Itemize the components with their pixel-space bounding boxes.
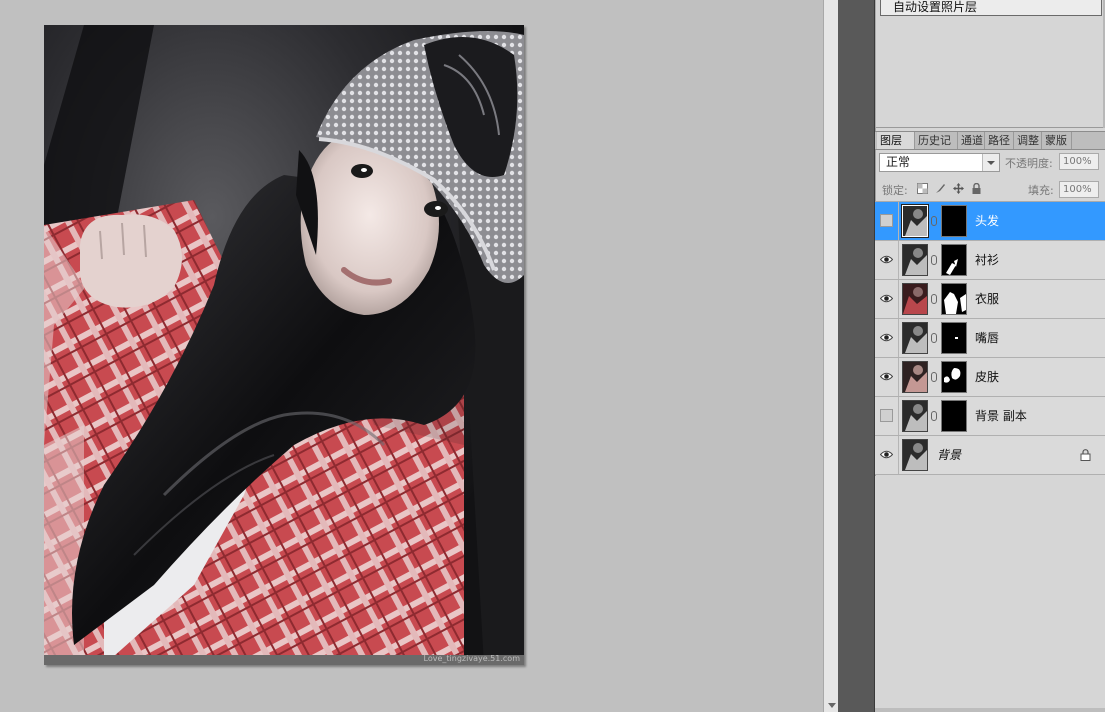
layer-mask-link-icon[interactable] xyxy=(931,255,937,265)
layer-row-lips[interactable]: 嘴唇 xyxy=(875,319,1105,358)
layer-thumbnail[interactable] xyxy=(902,244,928,276)
right-panel: 自动设置照片层 图层 历史记 通道 路径 调整 蒙版 正常 不透明度: 100%… xyxy=(875,0,1105,712)
layer-mask-link-icon[interactable] xyxy=(931,333,937,343)
tab-adjustments[interactable]: 调整 xyxy=(1014,132,1042,149)
tab-paths[interactable]: 路径 xyxy=(985,132,1014,149)
visibility-toggle[interactable] xyxy=(875,358,899,396)
opacity-field[interactable]: 100% xyxy=(1059,153,1099,170)
eye-icon[interactable] xyxy=(880,332,893,343)
opacity-label: 不透明度: xyxy=(1005,157,1053,170)
layer-name[interactable]: 皮肤 xyxy=(975,358,999,396)
blend-mode-select[interactable]: 正常 xyxy=(879,153,1000,172)
layer-row-background-copy[interactable]: 背景 副本 xyxy=(875,397,1105,436)
visibility-box-icon[interactable] xyxy=(880,409,893,422)
layer-name[interactable]: 嘴唇 xyxy=(975,319,999,357)
layer-thumbnail[interactable] xyxy=(902,322,928,354)
photo-artwork xyxy=(44,25,524,665)
layer-thumbnail[interactable] xyxy=(902,439,928,471)
layer-mask-thumbnail[interactable] xyxy=(941,283,967,315)
lock-icon xyxy=(1080,449,1091,461)
layer-mask-thumbnail[interactable] xyxy=(941,400,967,432)
layer-mask-link-icon[interactable] xyxy=(931,216,937,226)
eye-icon[interactable] xyxy=(880,371,893,382)
lock-label: 锁定: xyxy=(882,184,908,197)
layer-name[interactable]: 背景 副本 xyxy=(975,397,1027,435)
visibility-toggle[interactable] xyxy=(875,241,899,279)
layer-row-background[interactable]: 背景 xyxy=(875,436,1105,475)
panel-dock-gutter xyxy=(838,0,875,712)
tab-layers[interactable]: 图层 xyxy=(877,132,915,149)
layers-panel-empty-area[interactable] xyxy=(875,476,1105,712)
lock-image-brush-icon[interactable] xyxy=(935,183,946,194)
visibility-toggle[interactable] xyxy=(875,280,899,318)
scroll-down-arrow-icon[interactable] xyxy=(828,703,836,708)
layer-row-hair[interactable]: 头发 xyxy=(875,202,1105,241)
layer-name[interactable]: 头发 xyxy=(975,202,999,240)
visibility-toggle[interactable] xyxy=(875,436,899,474)
layer-mask-thumbnail[interactable] xyxy=(941,322,967,354)
actions-panel: 自动设置照片层 xyxy=(875,0,1105,128)
layer-thumbnail[interactable] xyxy=(902,400,928,432)
blend-options-row: 正常 不透明度: 100% xyxy=(875,150,1105,176)
photo-watermark: Love_tingzivaye.51.com xyxy=(423,654,520,663)
tab-history[interactable]: 历史记 xyxy=(915,132,958,149)
visibility-box-icon[interactable] xyxy=(880,214,893,227)
lock-transparency-icon[interactable] xyxy=(917,183,928,194)
canvas-vertical-scrollbar[interactable] xyxy=(823,0,838,712)
lock-options-row: 锁定: 填充: 100% xyxy=(875,176,1105,202)
tab-masks[interactable]: 蒙版 xyxy=(1042,132,1072,149)
layer-mask-link-icon[interactable] xyxy=(931,411,937,421)
layer-thumbnail[interactable] xyxy=(902,361,928,393)
eye-icon[interactable] xyxy=(880,449,893,460)
visibility-toggle[interactable] xyxy=(875,397,899,435)
document-photo[interactable]: Love_tingzivaye.51.com xyxy=(44,25,524,665)
tab-channels[interactable]: 通道 xyxy=(958,132,985,149)
lock-position-move-icon[interactable] xyxy=(953,183,964,194)
layers-list: 头发 衬衫 衣服 嘴唇 皮肤 背景 副本 背景 xyxy=(875,202,1105,475)
layer-row-shirt[interactable]: 衬衫 xyxy=(875,241,1105,280)
eye-icon[interactable] xyxy=(880,293,893,304)
layer-thumbnail[interactable] xyxy=(901,204,929,238)
layer-name[interactable]: 衣服 xyxy=(975,280,999,318)
eye-icon[interactable] xyxy=(880,254,893,265)
lock-all-icon[interactable] xyxy=(971,183,982,194)
layer-name[interactable]: 背景 xyxy=(937,436,961,474)
action-item[interactable]: 自动设置照片层 xyxy=(880,0,1102,16)
layers-panel-tabs: 图层 历史记 通道 路径 调整 蒙版 xyxy=(875,131,1105,150)
layer-mask-thumbnail[interactable] xyxy=(941,244,967,276)
blend-mode-value: 正常 xyxy=(886,155,911,169)
layer-mask-thumbnail[interactable] xyxy=(941,361,967,393)
layer-mask-link-icon[interactable] xyxy=(931,294,937,304)
layer-row-skin[interactable]: 皮肤 xyxy=(875,358,1105,397)
visibility-toggle[interactable] xyxy=(875,319,899,357)
layer-thumbnail[interactable] xyxy=(902,283,928,315)
layer-name[interactable]: 衬衫 xyxy=(975,241,999,279)
layer-row-clothes[interactable]: 衣服 xyxy=(875,280,1105,319)
fill-label: 填充: xyxy=(1028,184,1054,197)
chevron-down-icon[interactable] xyxy=(982,154,999,171)
fill-field[interactable]: 100% xyxy=(1059,181,1099,198)
visibility-toggle[interactable] xyxy=(875,202,899,240)
layer-mask-link-icon[interactable] xyxy=(931,372,937,382)
layer-mask-thumbnail[interactable] xyxy=(941,205,967,237)
document-canvas-area[interactable]: Love_tingzivaye.51.com xyxy=(0,0,823,712)
